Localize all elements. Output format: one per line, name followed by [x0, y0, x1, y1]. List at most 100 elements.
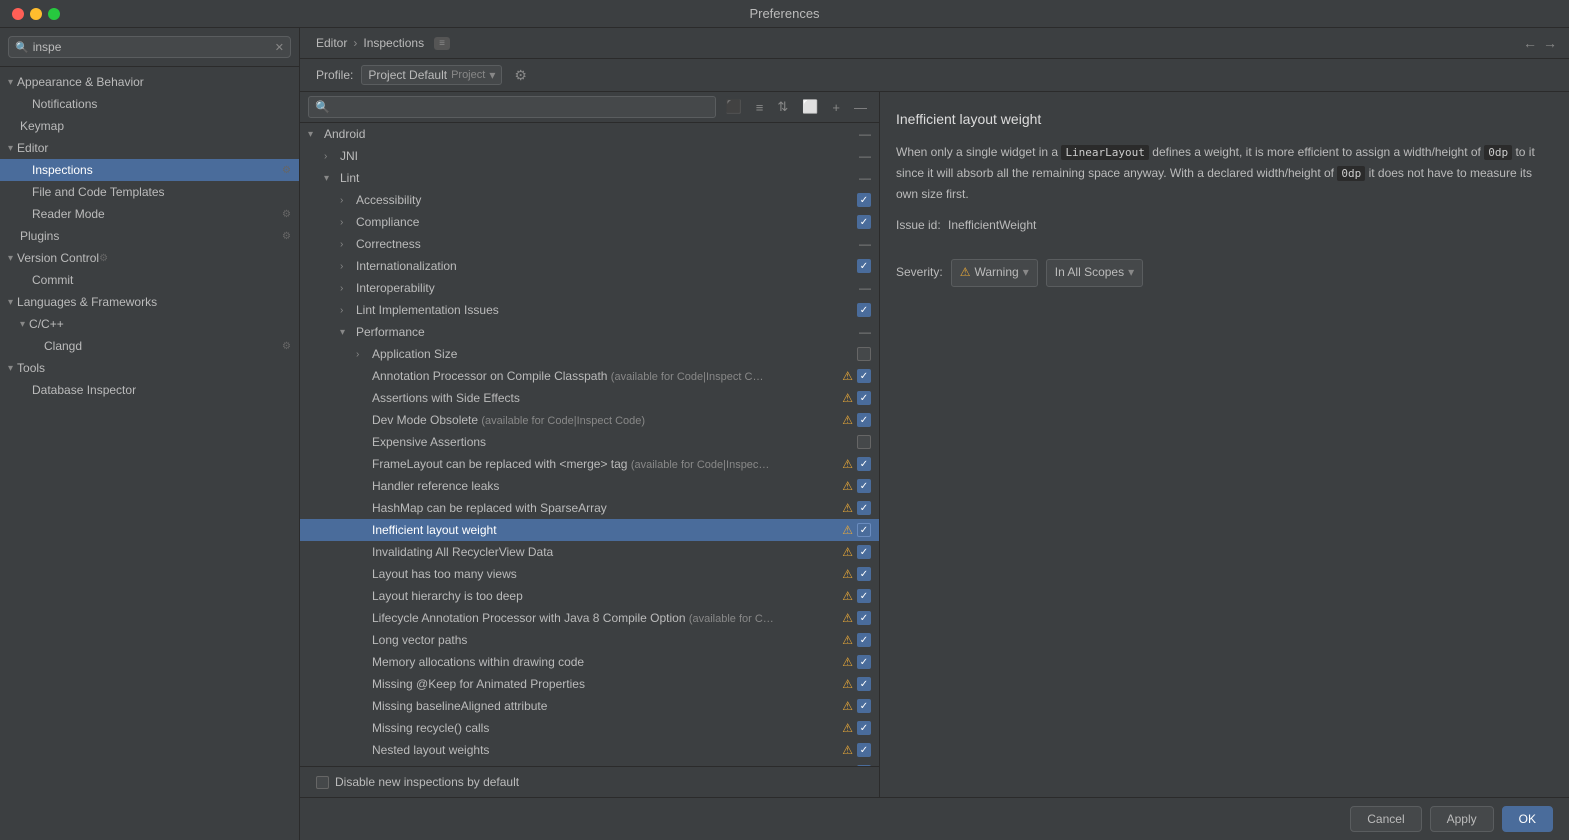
- checkbox-dev-mode[interactable]: [857, 413, 871, 427]
- tree-item-nested-weights[interactable]: Nested layout weights ⚠: [300, 739, 879, 761]
- sidebar-item-version-control[interactable]: ▾ Version Control ⚙: [0, 247, 299, 269]
- sidebar-item-database-inspector[interactable]: Database Inspector: [0, 379, 299, 401]
- chevron-right-icon[interactable]: ›: [340, 283, 352, 294]
- group-icon[interactable]: ⬜: [798, 97, 822, 117]
- checkbox-long-vector[interactable]: [857, 633, 871, 647]
- sidebar-item-clangd[interactable]: Clangd ⚙: [0, 335, 299, 357]
- scope-select[interactable]: In All Scopes ▾: [1046, 259, 1143, 286]
- chevron-right-icon[interactable]: ›: [356, 349, 368, 360]
- sidebar-item-tools[interactable]: ▾ Tools: [0, 357, 299, 379]
- sidebar-item-appearance[interactable]: ▾ Appearance & Behavior: [0, 71, 299, 93]
- expand-icon[interactable]: ≡: [752, 98, 768, 117]
- tree-item-jni[interactable]: › JNI —: [300, 145, 879, 167]
- checkbox-lifecycle[interactable]: [857, 611, 871, 625]
- tree-item-interoperability[interactable]: › Interoperability —: [300, 277, 879, 299]
- sidebar-item-keymap[interactable]: Keymap: [0, 115, 299, 137]
- close-button[interactable]: [12, 8, 24, 20]
- tree-item-performance[interactable]: ▾ Performance —: [300, 321, 879, 343]
- checkbox-app-size[interactable]: [857, 347, 871, 361]
- checkbox-accessibility[interactable]: [857, 193, 871, 207]
- tree-item-assertions[interactable]: Assertions with Side Effects ⚠: [300, 387, 879, 409]
- sidebar-item-languages[interactable]: ▾ Languages & Frameworks: [0, 291, 299, 313]
- tree-item-internationalization[interactable]: › Internationalization: [300, 255, 879, 277]
- tree-item-lifecycle[interactable]: Lifecycle Annotation Processor with Java…: [300, 607, 879, 629]
- checkbox-missing-recycle[interactable]: [857, 721, 871, 735]
- tree-item-compliance[interactable]: › Compliance: [300, 211, 879, 233]
- chevron-right-icon[interactable]: ›: [340, 239, 352, 250]
- sidebar-item-inspections[interactable]: Inspections ⚙: [0, 159, 299, 181]
- back-arrow[interactable]: ←: [1523, 35, 1537, 51]
- tree-item-android[interactable]: ▾ Android —: [300, 123, 879, 145]
- clear-search-button[interactable]: ✕: [275, 41, 284, 54]
- sidebar-item-plugins[interactable]: Plugins ⚙: [0, 225, 299, 247]
- sort-icon[interactable]: ⇅: [773, 97, 792, 117]
- sidebar-item-file-code-templates[interactable]: File and Code Templates: [0, 181, 299, 203]
- tree-item-framelayout[interactable]: FrameLayout can be replaced with <merge>…: [300, 453, 879, 475]
- checkbox-missing-baseline[interactable]: [857, 699, 871, 713]
- tree-item-accessibility[interactable]: › Accessibility: [300, 189, 879, 211]
- collapse-icon[interactable]: ▾: [308, 129, 320, 140]
- checkbox-framelayout[interactable]: [857, 457, 871, 471]
- tree-item-too-many-views[interactable]: Layout has too many views ⚠: [300, 563, 879, 585]
- tree-item-expensive-assertions[interactable]: Expensive Assertions: [300, 431, 879, 453]
- tree-item-missing-keep[interactable]: Missing @Keep for Animated Properties ⚠: [300, 673, 879, 695]
- tree-item-app-size[interactable]: › Application Size: [300, 343, 879, 365]
- tree-item-lint-impl[interactable]: › Lint Implementation Issues: [300, 299, 879, 321]
- minimize-button[interactable]: [30, 8, 42, 20]
- collapse-icon[interactable]: ▾: [340, 327, 352, 338]
- tree-search-input[interactable]: [308, 96, 716, 118]
- add-icon[interactable]: +: [828, 98, 844, 117]
- severity-select[interactable]: ⚠ Warning ▾: [951, 259, 1038, 286]
- apply-button[interactable]: Apply: [1430, 806, 1494, 832]
- checkbox-recyclerview[interactable]: [857, 545, 871, 559]
- checkbox-inefficient[interactable]: [857, 523, 871, 537]
- checkbox-missing-keep[interactable]: [857, 677, 871, 691]
- tree-item-dev-mode[interactable]: Dev Mode Obsolete (available for Code|In…: [300, 409, 879, 431]
- checkbox-nested[interactable]: [857, 743, 871, 757]
- profile-gear-icon[interactable]: ⚙: [514, 67, 527, 84]
- checkbox-hashmap[interactable]: [857, 501, 871, 515]
- tree-item-inefficient-layout[interactable]: Inefficient layout weight ⚠: [300, 519, 879, 541]
- tree-item-recyclerview[interactable]: Invalidating All RecyclerView Data ⚠: [300, 541, 879, 563]
- tree-item-missing-recycle[interactable]: Missing recycle() calls ⚠: [300, 717, 879, 739]
- chevron-right-icon[interactable]: ›: [324, 151, 336, 162]
- sidebar-item-cpp[interactable]: ▾ C/C++: [0, 313, 299, 335]
- chevron-right-icon[interactable]: ›: [340, 195, 352, 206]
- sidebar-item-notifications[interactable]: Notifications: [0, 93, 299, 115]
- disable-new-inspections-checkbox[interactable]: [316, 776, 329, 789]
- tree-item-long-vector[interactable]: Long vector paths ⚠: [300, 629, 879, 651]
- checkbox-hierarchy[interactable]: [857, 589, 871, 603]
- sidebar-item-reader-mode[interactable]: Reader Mode ⚙: [0, 203, 299, 225]
- checkbox-expensive[interactable]: [857, 435, 871, 449]
- checkbox-compliance[interactable]: [857, 215, 871, 229]
- checkbox-annotation[interactable]: [857, 369, 871, 383]
- tree-item-memory[interactable]: Memory allocations within drawing code ⚠: [300, 651, 879, 673]
- tree-item-hashmap[interactable]: HashMap can be replaced with SparseArray…: [300, 497, 879, 519]
- profile-select[interactable]: Project Default Project ▾: [361, 65, 502, 85]
- sidebar-search-input[interactable]: [33, 40, 275, 54]
- tree-item-handler-leaks[interactable]: Handler reference leaks ⚠: [300, 475, 879, 497]
- checkbox-memory[interactable]: [857, 655, 871, 669]
- ok-button[interactable]: OK: [1502, 806, 1553, 832]
- tree-item-missing-baseline[interactable]: Missing baselineAligned attribute ⚠: [300, 695, 879, 717]
- filter-icon[interactable]: ⬛: [722, 97, 746, 117]
- cancel-button[interactable]: Cancel: [1350, 806, 1421, 832]
- checkbox-internationalization[interactable]: [857, 259, 871, 273]
- tree-item-lint[interactable]: ▾ Lint —: [300, 167, 879, 189]
- sidebar-item-editor[interactable]: ▾ Editor: [0, 137, 299, 159]
- maximize-button[interactable]: [48, 8, 60, 20]
- chevron-right-icon[interactable]: ›: [340, 217, 352, 228]
- checkbox-lint-impl[interactable]: [857, 303, 871, 317]
- collapse-icon[interactable]: ▾: [324, 173, 336, 184]
- checkbox-too-many-views[interactable]: [857, 567, 871, 581]
- tree-item-correctness[interactable]: › Correctness —: [300, 233, 879, 255]
- checkbox-assertions[interactable]: [857, 391, 871, 405]
- tree-item-hierarchy-deep[interactable]: Layout hierarchy is too deep ⚠: [300, 585, 879, 607]
- minus-btn[interactable]: —: [850, 98, 871, 117]
- forward-arrow[interactable]: →: [1543, 35, 1557, 51]
- tree-item-annotation-processor[interactable]: Annotation Processor on Compile Classpat…: [300, 365, 879, 387]
- chevron-right-icon[interactable]: ›: [340, 305, 352, 316]
- checkbox-handler[interactable]: [857, 479, 871, 493]
- chevron-right-icon[interactable]: ›: [340, 261, 352, 272]
- sidebar-item-commit[interactable]: Commit: [0, 269, 299, 291]
